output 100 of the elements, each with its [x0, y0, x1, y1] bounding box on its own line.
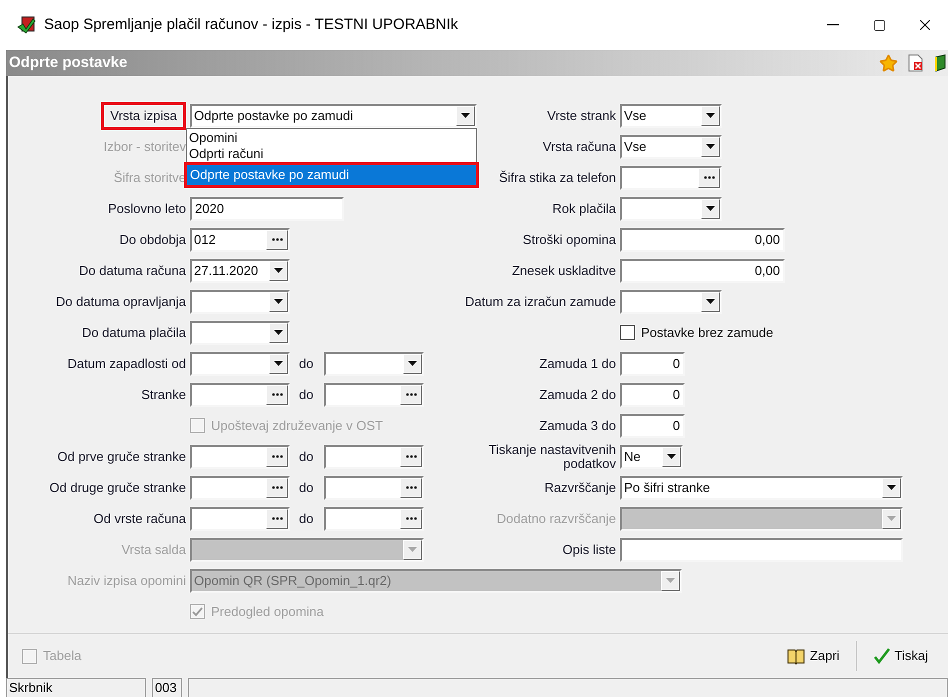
- dots-icon: [272, 517, 282, 520]
- dropdown-field[interactable]: Ne: [620, 444, 683, 468]
- browse-button[interactable]: [400, 384, 422, 404]
- field-label: Izbor - storitev: [104, 140, 186, 154]
- dropdown-option[interactable]: Odprte postavke po zamudi: [184, 162, 479, 188]
- dropdown-field[interactable]: Po šifri stranke: [620, 476, 903, 500]
- field-label: Od druge gruče stranke: [49, 480, 186, 494]
- field-label: Zamuda 1 do: [539, 356, 616, 370]
- window-title: Saop Spremljanje plačil računov - izpis - TESTNI UPORABNIk: [44, 14, 458, 35]
- dropdown-arrow-button[interactable]: [882, 478, 901, 498]
- field-label: Dodatno razvrščanje: [496, 512, 616, 526]
- dropdown-arrow-button[interactable]: [269, 260, 288, 280]
- field-label: Datum zapadlosti od: [67, 356, 186, 370]
- browse-button[interactable]: [266, 384, 288, 404]
- browse-button[interactable]: [266, 508, 288, 528]
- input-field[interactable]: 2020: [190, 196, 344, 220]
- input-field[interactable]: 0: [620, 382, 685, 406]
- dropdown-field[interactable]: [620, 290, 722, 314]
- range-label: do: [298, 478, 314, 497]
- input-field[interactable]: 0: [620, 414, 685, 438]
- dropdown-field[interactable]: Vse: [620, 104, 722, 128]
- lookup-field[interactable]: [190, 476, 290, 500]
- dropdown-field[interactable]: Odprte postavke po zamudi: [190, 104, 477, 128]
- field-label: Od vrste računa: [94, 512, 186, 526]
- caret-down-icon: [274, 268, 283, 273]
- header-title: Odprte postavke: [9, 52, 128, 73]
- lookup-field[interactable]: [190, 506, 290, 530]
- caret-down-icon: [274, 299, 283, 304]
- book-icon: [786, 647, 806, 665]
- lookup-field[interactable]: [324, 476, 424, 500]
- field-label: Zamuda 3 do: [539, 418, 616, 432]
- browse-button[interactable]: [266, 446, 288, 466]
- field-label: Zamuda 2 do: [539, 388, 616, 402]
- close-form-button[interactable]: Zapri: [780, 641, 846, 671]
- dropdown-arrow-button[interactable]: [269, 354, 288, 374]
- lookup-field[interactable]: [190, 444, 290, 468]
- dropdown-arrow-button[interactable]: [701, 106, 720, 126]
- dropdown-field[interactable]: Vse: [620, 134, 722, 158]
- dropdown-arrow-button[interactable]: [269, 322, 288, 342]
- dropdown-option[interactable]: Odprti računi: [187, 146, 476, 162]
- dropdown-option[interactable]: Opomini: [187, 130, 476, 146]
- caret-down-icon: [706, 299, 715, 304]
- caret-down-icon: [274, 330, 283, 335]
- browse-button[interactable]: [400, 446, 422, 466]
- caret-down-icon: [887, 516, 896, 521]
- star-icon[interactable]: [879, 54, 898, 72]
- checkbox[interactable]: [620, 325, 635, 340]
- field-label: Vrsta salda: [121, 542, 186, 556]
- lookup-field[interactable]: [190, 382, 290, 406]
- browse-button[interactable]: [400, 478, 422, 498]
- dropdown-arrow-button[interactable]: [456, 106, 475, 126]
- dots-icon: [406, 393, 416, 396]
- input-field[interactable]: 0,00: [620, 258, 785, 282]
- dropdown-field[interactable]: [190, 290, 290, 314]
- checkbox-label: Postavke brez zamude: [641, 324, 774, 342]
- dropdown-arrow-button[interactable]: [662, 446, 681, 466]
- field-label: Vrste strank: [547, 108, 616, 122]
- dropdown-arrow-button[interactable]: [701, 292, 720, 312]
- document-delete-icon[interactable]: [908, 54, 924, 72]
- dropdown-arrow-button[interactable]: [701, 136, 720, 156]
- book-icon[interactable]: [934, 54, 948, 72]
- dropdown-field[interactable]: [620, 196, 722, 220]
- input-field[interactable]: 0,00: [620, 228, 785, 252]
- checkbox-label: Predogled opomina: [211, 602, 324, 621]
- lookup-field[interactable]: [324, 382, 424, 406]
- print-button[interactable]: Tiskaj: [866, 641, 934, 671]
- caret-down-icon: [667, 454, 676, 459]
- input-field[interactable]: [620, 538, 903, 562]
- dropdown-arrow-button[interactable]: [403, 354, 422, 374]
- input-field[interactable]: 0: [620, 352, 685, 376]
- browse-button[interactable]: [266, 230, 288, 250]
- lookup-field[interactable]: [324, 506, 424, 530]
- field-label: Datum za izračun zamude: [464, 294, 616, 308]
- lookup-field[interactable]: [324, 444, 424, 468]
- field-label: Od prve gruče stranke: [57, 450, 186, 464]
- dropdown-field[interactable]: [190, 538, 424, 562]
- dropdown-field[interactable]: [620, 506, 903, 530]
- dropdown-field[interactable]: [190, 320, 290, 344]
- lookup-field[interactable]: 012: [190, 228, 290, 252]
- field-label: Stranke: [141, 388, 186, 402]
- field-label: Vrsta računa: [542, 140, 616, 154]
- dots-icon: [272, 486, 282, 489]
- dots-icon: [406, 455, 416, 458]
- dropdown-arrow-button[interactable]: [269, 292, 288, 312]
- dropdown-field[interactable]: [324, 352, 424, 376]
- lookup-field[interactable]: [620, 166, 722, 190]
- dropdown-field[interactable]: [190, 352, 290, 376]
- checkmark-icon: [192, 606, 203, 616]
- field-label: Rok plačila: [552, 202, 616, 216]
- browse-button[interactable]: [400, 508, 422, 528]
- browse-button[interactable]: [266, 478, 288, 498]
- dots-icon: [406, 486, 416, 489]
- status-cell: Skrbnik: [6, 678, 146, 697]
- dropdown-field[interactable]: 27.11.2020: [190, 258, 290, 282]
- status-cell: 003: [152, 678, 182, 697]
- caret-down-icon: [706, 113, 715, 118]
- caret-down-icon: [461, 113, 470, 118]
- dots-icon: [272, 393, 282, 396]
- dropdown-arrow-button[interactable]: [701, 198, 720, 218]
- browse-button[interactable]: [698, 168, 720, 188]
